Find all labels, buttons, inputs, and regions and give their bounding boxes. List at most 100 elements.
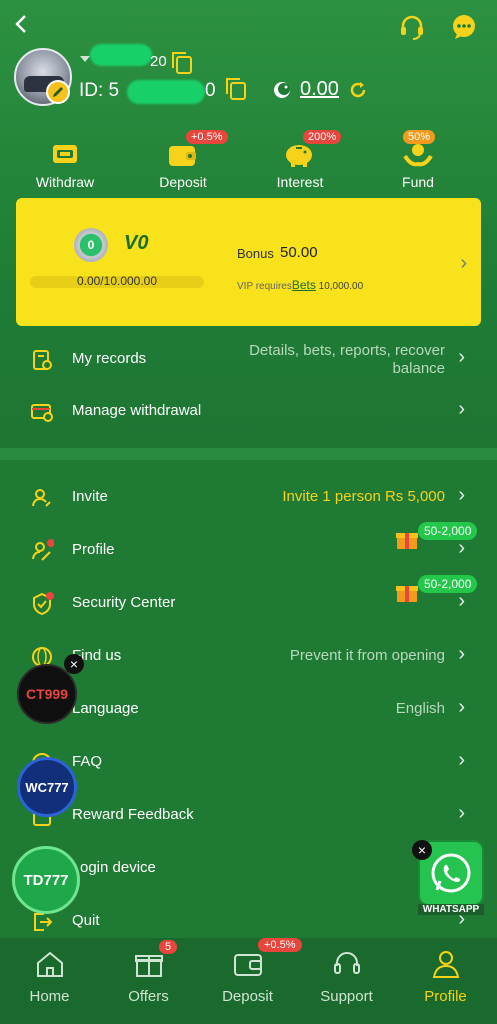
menu-label: Reward Feedback — [72, 806, 194, 823]
menu-value: Details, bets, reports, recover balance — [249, 342, 445, 377]
close-icon[interactable]: × — [64, 654, 84, 674]
home-icon — [34, 948, 66, 980]
vip-requirement: VIP requiresBets 10,000.00 — [237, 278, 363, 292]
menu-value: Invite 1 person Rs 5,000 — [282, 488, 445, 505]
ct999-label: CT999 — [25, 686, 69, 702]
customer-service-icon[interactable] — [397, 12, 427, 42]
copy-id-icon[interactable] — [226, 78, 246, 100]
vip-card[interactable]: 0 V0 0.00/10.000.00 Bonus 50.00 VIP requ… — [16, 198, 481, 326]
vip-bonus-label: Bonus — [237, 246, 274, 261]
menu-label: My records — [72, 350, 147, 367]
tab-label: Support — [320, 988, 373, 1005]
chevron-right-icon: › — [458, 643, 465, 665]
bank-card-icon — [30, 400, 54, 424]
menu-label: ogin device — [80, 859, 156, 876]
chevron-right-icon: › — [458, 802, 465, 824]
fund-icon: 50% — [373, 130, 463, 168]
reward-badge: 50-2,000 — [418, 575, 478, 593]
menu-label: Security Center — [72, 594, 176, 611]
vip-requires-text: VIP requires — [237, 281, 292, 292]
chevron-right-icon: › — [458, 696, 465, 718]
interest-label: Interest — [276, 174, 324, 190]
headset-icon — [331, 948, 363, 980]
username-suffix: 20 — [150, 53, 167, 70]
chevron-right-icon: › — [458, 749, 465, 771]
pakistan-flag-icon — [271, 80, 293, 100]
deposit-badge: +0.5% — [258, 938, 302, 952]
tab-profile[interactable]: Profile — [396, 938, 495, 1024]
back-arrow-icon[interactable] — [10, 12, 34, 36]
tab-support[interactable]: Support — [297, 938, 396, 1024]
fund-label: Fund — [402, 174, 434, 190]
vip-progress-text: 0.00/10.000.00 — [76, 274, 158, 288]
edit-avatar-icon[interactable] — [46, 80, 70, 104]
menu-item-manage-withdrawal[interactable]: Manage withdrawal › — [0, 386, 497, 438]
menu-label: Quit — [72, 912, 100, 929]
profile-edit-icon — [30, 539, 55, 563]
fund-badge: 50% — [403, 130, 436, 144]
chevron-right-icon: › — [458, 537, 465, 559]
bets-link[interactable]: Bets — [292, 278, 316, 292]
shield-icon — [30, 592, 54, 616]
user-id-label: ID: 5 — [79, 80, 120, 101]
tab-label: Home — [29, 988, 70, 1005]
td777-label: TD777 — [23, 871, 69, 889]
whatsapp-label: WHATSAPP — [418, 904, 484, 915]
user-icon — [430, 948, 462, 980]
interest-badge: 200% — [303, 130, 342, 144]
vip-requires-amount: 10,000.00 — [318, 281, 364, 292]
chevron-right-icon: › — [458, 346, 465, 368]
ct999-float-button[interactable]: CT999 — [17, 664, 77, 724]
username-redaction — [90, 44, 152, 66]
wallet-icon — [232, 948, 264, 980]
gift-icon — [395, 581, 419, 603]
chevron-right-icon: › — [458, 590, 465, 612]
wallet-icon: +0.5% — [138, 130, 228, 168]
vip-level: V0 — [124, 232, 149, 254]
refresh-icon[interactable] — [348, 80, 368, 100]
tab-home[interactable]: Home — [0, 938, 99, 1024]
menu-item-my-records[interactable]: My records Details, bets, reports, recov… — [0, 334, 497, 386]
menu-value: English — [395, 700, 445, 717]
chevron-right-icon: › — [458, 484, 465, 506]
gift-icon — [395, 528, 419, 550]
chevron-right-icon: › — [460, 252, 467, 274]
deposit-button[interactable]: +0.5% Deposit — [138, 130, 228, 190]
withdraw-label: Withdraw — [35, 174, 95, 190]
reward-badge: 50-2,000 — [418, 522, 478, 540]
menu-value: Prevent it from opening — [289, 647, 445, 664]
user-id-redaction — [127, 80, 205, 104]
wc777-label: WC777 — [25, 779, 69, 795]
tab-offers[interactable]: 5 Offers — [99, 938, 198, 1024]
chat-icon[interactable] — [449, 12, 479, 42]
withdraw-icon — [20, 134, 110, 168]
chevron-right-icon: › — [458, 398, 465, 420]
interest-button[interactable]: 200% Interest — [255, 130, 345, 190]
td777-float-button[interactable]: TD777 — [12, 846, 80, 914]
user-id-suffix: 0 — [205, 80, 216, 101]
menu-item-invite[interactable]: Invite Invite 1 person Rs 5,000 › — [0, 472, 497, 524]
tab-label: Profile — [424, 988, 467, 1005]
bottom-tab-bar: Home 5 Offers +0.5% Deposit Support Prof… — [0, 938, 497, 1024]
menu-label: Profile — [72, 541, 115, 558]
invite-user-icon — [30, 486, 54, 510]
balance-value: 0.00 — [300, 78, 339, 100]
menu-label: Invite — [72, 488, 108, 505]
gift-box-icon — [133, 948, 165, 980]
section-divider — [0, 448, 497, 460]
vip-medal-number: 0 — [87, 238, 95, 252]
piggy-bank-icon: 200% — [255, 130, 345, 168]
deposit-label: Deposit — [159, 174, 207, 190]
offers-badge: 5 — [159, 940, 178, 954]
tab-deposit[interactable]: +0.5% Deposit — [198, 938, 302, 1024]
menu-label: FAQ — [72, 753, 103, 770]
tab-label: Deposit — [222, 988, 273, 1005]
wc777-float-button[interactable]: WC777 — [17, 757, 77, 817]
fund-button[interactable]: 50% Fund — [373, 130, 463, 190]
close-icon[interactable]: × — [412, 840, 432, 860]
copy-username-icon[interactable] — [172, 52, 192, 74]
deposit-badge: +0.5% — [186, 130, 228, 144]
dropdown-caret-icon — [80, 56, 90, 62]
records-icon — [30, 348, 54, 372]
withdraw-button[interactable]: Withdraw — [20, 134, 110, 190]
